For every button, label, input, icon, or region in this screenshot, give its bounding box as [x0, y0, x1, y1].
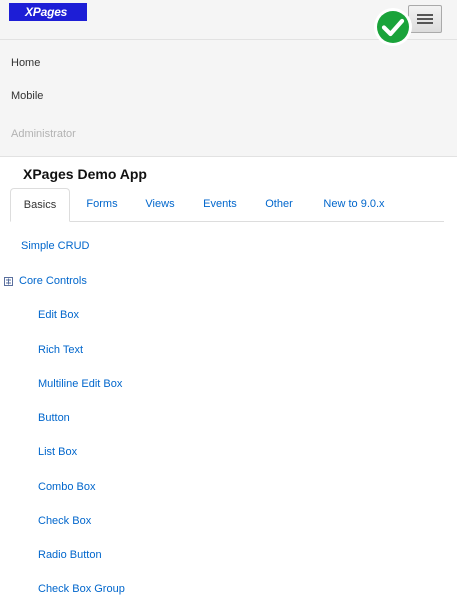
- tree-item-core-controls[interactable]: Core Controls: [19, 275, 87, 287]
- tree-item-multiline-edit-box[interactable]: Multiline Edit Box: [38, 378, 122, 390]
- tab-bar: Basics Forms Views Events Other New to 9…: [10, 188, 444, 222]
- tree-item-button[interactable]: Button: [38, 412, 70, 424]
- tree-item-edit-box[interactable]: Edit Box: [38, 309, 79, 321]
- xpages-logo[interactable]: XPages: [9, 3, 87, 21]
- tree-expand-icon[interactable]: [4, 277, 13, 286]
- menu-toggle-button[interactable]: [408, 5, 442, 33]
- tree-item-check-box[interactable]: Check Box: [38, 515, 91, 527]
- top-bar: XPages: [0, 0, 457, 40]
- tree-item-radio-button[interactable]: Radio Button: [38, 549, 102, 561]
- tree-item-simple-crud[interactable]: Simple CRUD: [21, 240, 89, 252]
- tab-views[interactable]: Views: [134, 188, 186, 222]
- tab-forms[interactable]: Forms: [74, 188, 130, 222]
- page: XPages Home Mobile Administrator XPages …: [0, 0, 457, 600]
- nav-item-mobile[interactable]: Mobile: [11, 90, 43, 102]
- tab-other[interactable]: Other: [253, 188, 305, 222]
- main-navigation: Home Mobile Administrator: [0, 40, 457, 157]
- tree-item-combo-box[interactable]: Combo Box: [38, 481, 95, 493]
- nav-item-home[interactable]: Home: [11, 57, 40, 69]
- tree-item-rich-text[interactable]: Rich Text: [38, 344, 83, 356]
- page-title: XPages Demo App: [23, 166, 147, 182]
- tab-new-to-9[interactable]: New to 9.0.x: [313, 188, 395, 222]
- tree-item-list-box[interactable]: List Box: [38, 446, 77, 458]
- tab-events[interactable]: Events: [192, 188, 248, 222]
- nav-item-administrator: Administrator: [11, 128, 76, 140]
- tab-basics[interactable]: Basics: [10, 188, 70, 222]
- tree-item-check-box-group[interactable]: Check Box Group: [38, 583, 125, 595]
